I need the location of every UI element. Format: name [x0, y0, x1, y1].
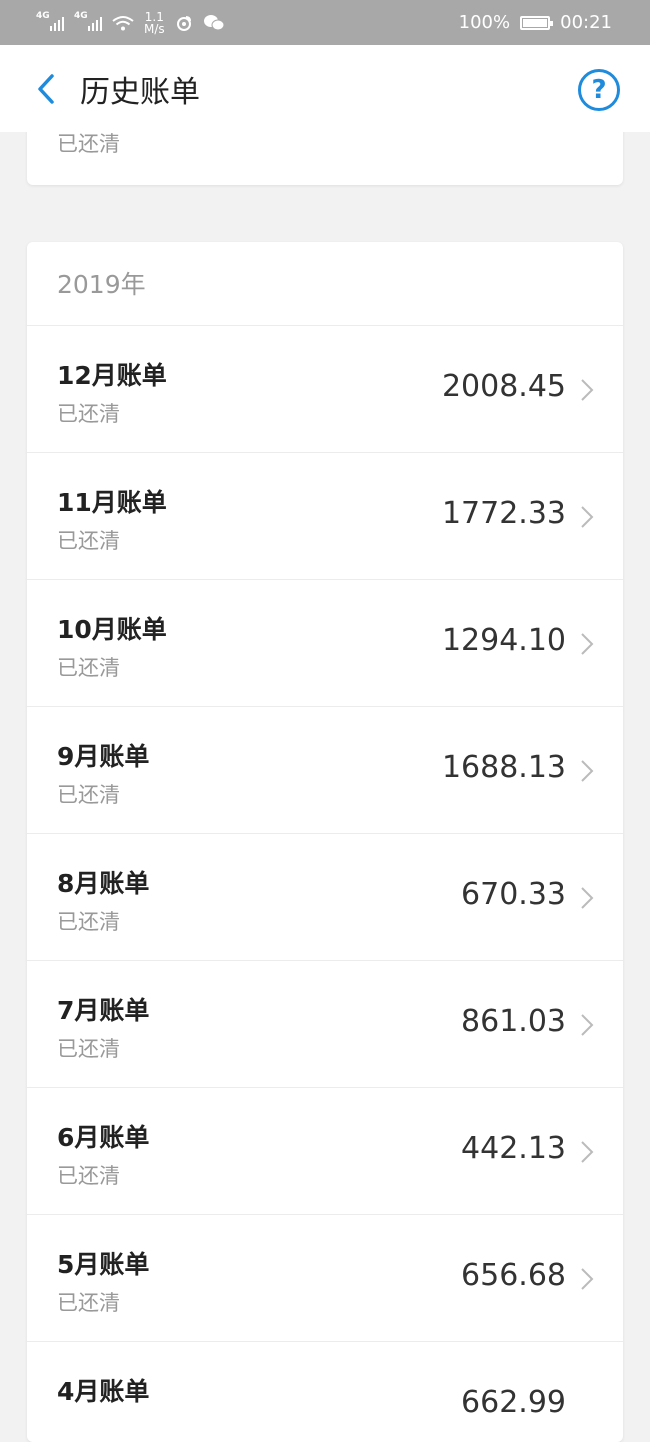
chevron-left-icon	[38, 73, 54, 104]
bill-month: 10月账单	[57, 615, 167, 644]
chevron-right-icon	[581, 633, 594, 655]
year-section-card: 2019年 12月账单 已还清 2008.45 11月账单 已还清 1772.3…	[27, 242, 623, 1442]
battery-percent: 100%	[458, 12, 511, 33]
chevron-right-icon	[581, 506, 594, 528]
bill-month: 5月账单	[57, 1250, 150, 1279]
question-circle-icon: ?	[591, 75, 607, 105]
status-bar-right: 100% 00:21	[459, 12, 612, 33]
bill-row-8[interactable]: 8月账单 已还清 670.33	[27, 834, 623, 961]
speed-unit: M/s	[144, 21, 165, 36]
bill-amount: 442.13	[461, 1131, 566, 1166]
bill-status: 已还清	[57, 1037, 120, 1061]
network-type-label-2: 4G	[74, 10, 88, 21]
bill-status: 已还清	[57, 910, 120, 934]
bill-amount: 670.33	[461, 877, 566, 912]
bill-row-10[interactable]: 10月账单 已还清 1294.10	[27, 580, 623, 707]
clock: 00:21	[560, 12, 612, 33]
bill-amount: 1294.10	[441, 623, 566, 658]
bill-amount: 656.68	[461, 1258, 566, 1293]
bill-status: 已还清	[57, 1164, 120, 1188]
status-bar: 4G 4G 1.1 M/s 100% 00:21	[0, 0, 650, 45]
help-button[interactable]: ?	[578, 69, 620, 111]
signal-icon: 4G	[36, 11, 64, 31]
bill-month: 4月账单	[57, 1377, 150, 1406]
network-speed: 1.1 M/s	[144, 11, 165, 35]
chevron-right-icon	[581, 1014, 594, 1036]
battery-icon	[520, 15, 554, 30]
bill-month: 11月账单	[57, 488, 167, 517]
chevron-right-icon	[581, 1141, 594, 1163]
wechat-icon	[203, 14, 225, 30]
bill-month: 9月账单	[57, 742, 150, 771]
bill-amount: 861.03	[461, 1004, 566, 1039]
bill-amount: 2008.45	[441, 369, 566, 404]
bill-status: 已还清	[57, 656, 120, 680]
bill-row-7[interactable]: 7月账单 已还清 861.03	[27, 961, 623, 1088]
bill-status: 已还清	[57, 132, 120, 156]
page-title: 历史账单	[80, 74, 200, 110]
bill-row-6[interactable]: 6月账单 已还清 442.13	[27, 1088, 623, 1215]
weibo-icon	[176, 15, 191, 31]
bill-status: 已还清	[57, 402, 120, 426]
back-button[interactable]	[26, 69, 66, 109]
bill-status: 已还清	[57, 529, 120, 553]
status-bar-left: 4G 4G 1.1 M/s	[36, 11, 225, 35]
speed-value: 1.1	[144, 9, 164, 24]
chevron-right-icon	[581, 1268, 594, 1290]
signal-icon-2: 4G	[74, 11, 102, 31]
bill-amount: 1772.33	[441, 496, 566, 531]
bill-month: 12月账单	[57, 361, 167, 390]
chevron-right-icon	[581, 760, 594, 782]
bill-row-11[interactable]: 11月账单 已还清 1772.33	[27, 453, 623, 580]
chevron-right-icon	[581, 379, 594, 401]
bill-status: 已还清	[57, 783, 120, 807]
app-header: 历史账单 ?	[0, 45, 650, 132]
bill-month: 8月账单	[57, 869, 150, 898]
bill-month: 6月账单	[57, 1123, 150, 1152]
bill-row-9[interactable]: 9月账单 已还清 1688.13	[27, 707, 623, 834]
chevron-right-icon	[581, 887, 594, 909]
bill-month: 7月账单	[57, 996, 150, 1025]
bill-row-5[interactable]: 5月账单 已还清 656.68	[27, 1215, 623, 1342]
network-type-label: 4G	[36, 10, 50, 21]
bill-amount: 662.99	[461, 1385, 566, 1420]
wifi-icon	[112, 15, 134, 30]
bill-status: 已还清	[57, 1291, 120, 1315]
bill-amount: 1688.13	[441, 750, 566, 785]
year-header: 2019年	[27, 242, 623, 326]
bill-row-12[interactable]: 12月账单 已还清 2008.45	[27, 326, 623, 453]
bill-row-4[interactable]: 4月账单 662.99	[27, 1342, 623, 1442]
